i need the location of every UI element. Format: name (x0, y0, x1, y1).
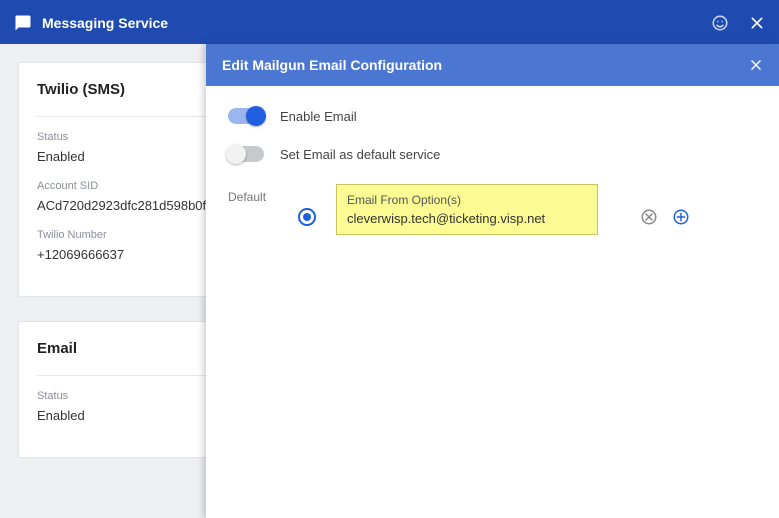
smiley-icon[interactable] (711, 14, 729, 32)
messaging-icon (14, 14, 32, 32)
add-email-icon[interactable] (672, 208, 690, 226)
main-header-left: Messaging Service (14, 14, 168, 32)
panel-body: Enable Email Set Email as default servic… (206, 86, 779, 257)
panel-title: Edit Mailgun Email Configuration (222, 57, 442, 73)
enable-email-toggle[interactable] (228, 108, 264, 124)
panel-close-icon[interactable] (749, 58, 763, 72)
email-from-box[interactable]: Email From Option(s) cleverwisp.tech@tic… (336, 184, 598, 235)
main-header-right (711, 14, 765, 32)
enable-email-label: Enable Email (280, 109, 357, 124)
edit-mailgun-panel: Edit Mailgun Email Configuration Enable … (206, 44, 779, 518)
default-radio[interactable] (298, 208, 316, 226)
close-icon[interactable] (749, 15, 765, 31)
panel-header: Edit Mailgun Email Configuration (206, 44, 779, 86)
email-from-value: cleverwisp.tech@ticketing.visp.net (347, 211, 587, 226)
default-radio-col (298, 184, 316, 226)
default-service-toggle[interactable] (228, 146, 264, 162)
page-title: Messaging Service (42, 15, 168, 31)
enable-email-row: Enable Email (228, 108, 757, 124)
default-service-label: Set Email as default service (280, 147, 440, 162)
default-label: Default (228, 184, 278, 204)
main-header: Messaging Service (0, 0, 779, 44)
row-actions (640, 184, 690, 226)
remove-email-icon[interactable] (640, 208, 658, 226)
default-email-row: Default Email From Option(s) cleverwisp.… (228, 184, 757, 235)
email-from-title: Email From Option(s) (347, 193, 587, 207)
default-service-row: Set Email as default service (228, 146, 757, 162)
